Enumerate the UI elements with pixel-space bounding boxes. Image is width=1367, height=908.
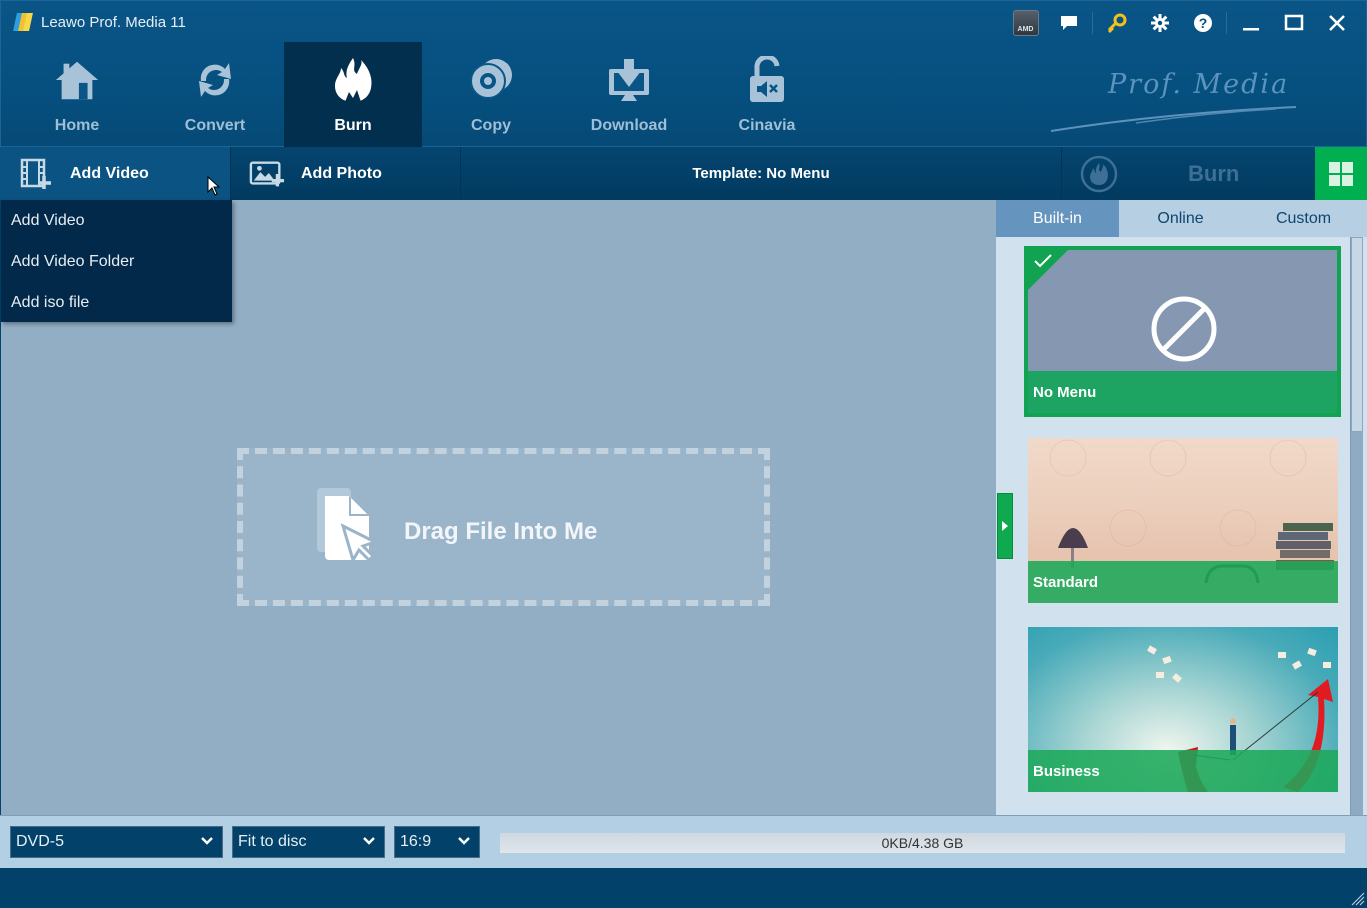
tab-built-in[interactable]: Built-in (996, 200, 1119, 237)
convert-icon (191, 56, 239, 104)
template-card-standard[interactable]: Standard (1028, 438, 1338, 603)
template-tabs: Built-in Online Custom (996, 200, 1367, 237)
burn-disc-icon (1080, 155, 1118, 199)
add-video-icon (18, 158, 54, 190)
template-scrollbar[interactable] (1350, 237, 1363, 815)
bottom-bar: DVD-5 Fit to disc 16:9 0KB/4.38 GB (0, 815, 1367, 868)
status-bar (0, 868, 1367, 908)
chevron-down-icon (201, 837, 213, 845)
fit-mode-select[interactable]: Fit to disc (232, 826, 385, 858)
minimize-icon[interactable] (1229, 7, 1272, 39)
main-nav: Home Convert Burn Copy Download Cinavia (8, 42, 836, 147)
nav-burn[interactable]: Burn (284, 42, 422, 147)
nav-home-label: Home (54, 117, 100, 134)
register-key-icon[interactable] (1095, 7, 1138, 39)
template-label-business: Business (1028, 750, 1338, 792)
separator (1092, 12, 1093, 34)
grid-icon (1329, 161, 1353, 186)
nav-convert-label: Convert (184, 117, 246, 134)
nav-cinavia[interactable]: Cinavia (698, 42, 836, 147)
nav-burn-label: Burn (334, 117, 372, 134)
menu-item-add-video[interactable]: Add Video (1, 200, 232, 241)
aspect-ratio-value: 16:9 (400, 833, 432, 850)
add-video-menu: Add Video Add Video Folder Add iso file (1, 200, 232, 322)
no-menu-icon (1151, 296, 1217, 362)
scrollbar-thumb[interactable] (1351, 237, 1363, 432)
mouse-cursor-icon (207, 176, 221, 196)
brand-swoosh-icon (1050, 106, 1297, 132)
burn-label: Burn (1188, 161, 1240, 186)
chevron-down-icon (363, 837, 375, 845)
nav-copy-label: Copy (471, 117, 511, 134)
template-indicator: Template: No Menu (461, 147, 1062, 200)
home-icon (53, 56, 101, 104)
add-video-label: Add Video (70, 164, 149, 182)
checkmark-icon (1034, 254, 1052, 268)
amd-acceleration-icon[interactable]: AMD (1004, 7, 1047, 39)
amd-label: AMD (1017, 26, 1034, 33)
template-label-standard: Standard (1028, 561, 1338, 603)
nav-convert[interactable]: Convert (146, 42, 284, 147)
dropzone-text: Drag File Into Me (404, 518, 598, 545)
drag-file-icon (317, 488, 383, 569)
app-logo-icon (13, 12, 33, 32)
burn-button[interactable]: Burn (1062, 147, 1315, 200)
help-icon[interactable]: ? (1181, 7, 1224, 39)
fit-mode-value: Fit to disc (238, 833, 307, 850)
app-title: Leawo Prof. Media 11 (41, 13, 186, 31)
expand-panel-button[interactable] (997, 493, 1013, 559)
template-label-no-menu: No Menu (1028, 371, 1337, 413)
settings-icon[interactable] (1138, 7, 1181, 39)
resize-grip-icon[interactable] (1351, 892, 1365, 906)
template-card-business[interactable]: Business (1028, 627, 1338, 792)
maximize-icon[interactable] (1272, 7, 1315, 39)
tab-custom[interactable]: Custom (1242, 200, 1365, 237)
disc-capacity-bar: 0KB/4.38 GB (500, 833, 1345, 853)
add-video-button[interactable]: Add Video (0, 147, 231, 200)
app-title-bar: Leawo Prof. Media 11 (13, 12, 186, 32)
aspect-ratio-select[interactable]: 16:9 (394, 826, 480, 858)
nav-download[interactable]: Download (560, 42, 698, 147)
download-icon (605, 56, 653, 104)
nav-home[interactable]: Home (8, 42, 146, 147)
add-photo-button[interactable]: Add Photo (231, 147, 461, 200)
menu-item-add-video-folder[interactable]: Add Video Folder (1, 241, 232, 282)
capacity-text: 0KB/4.38 GB (881, 835, 964, 851)
template-label: Template: No Menu (692, 165, 830, 182)
burn-icon (329, 56, 377, 104)
drag-file-dropzone[interactable]: Drag File Into Me (237, 448, 770, 606)
template-grid-toggle[interactable] (1315, 147, 1367, 200)
template-panel: Built-in Online Custom No Menu Standard (996, 200, 1367, 815)
nav-download-label: Download (590, 117, 668, 134)
cinavia-icon (743, 56, 791, 104)
nav-cinavia-label: Cinavia (738, 117, 796, 134)
nav-copy[interactable]: Copy (422, 42, 560, 147)
chevron-right-icon (1002, 521, 1008, 531)
menu-item-add-iso-file[interactable]: Add iso file (1, 282, 232, 323)
burn-toolbar: Add Video Add Photo Template: No Menu Bu… (0, 147, 1367, 200)
chevron-down-icon (458, 837, 470, 845)
disc-type-select[interactable]: DVD-5 (10, 826, 223, 858)
close-icon[interactable] (1315, 7, 1358, 39)
add-photo-icon (249, 158, 285, 190)
copy-icon (467, 56, 515, 104)
svg-text:?: ? (1198, 15, 1207, 31)
separator (1226, 12, 1227, 34)
add-photo-label: Add Photo (301, 164, 382, 182)
brand-logo: Prof. Media (1046, 61, 1306, 141)
tab-online[interactable]: Online (1119, 200, 1242, 237)
app-header: Leawo Prof. Media 11 AMD ? Home Convert … (0, 0, 1367, 147)
window-controls: AMD ? (1004, 7, 1358, 39)
feedback-icon[interactable] (1047, 7, 1090, 39)
template-card-no-menu[interactable]: No Menu (1024, 246, 1341, 417)
disc-type-value: DVD-5 (16, 833, 65, 850)
